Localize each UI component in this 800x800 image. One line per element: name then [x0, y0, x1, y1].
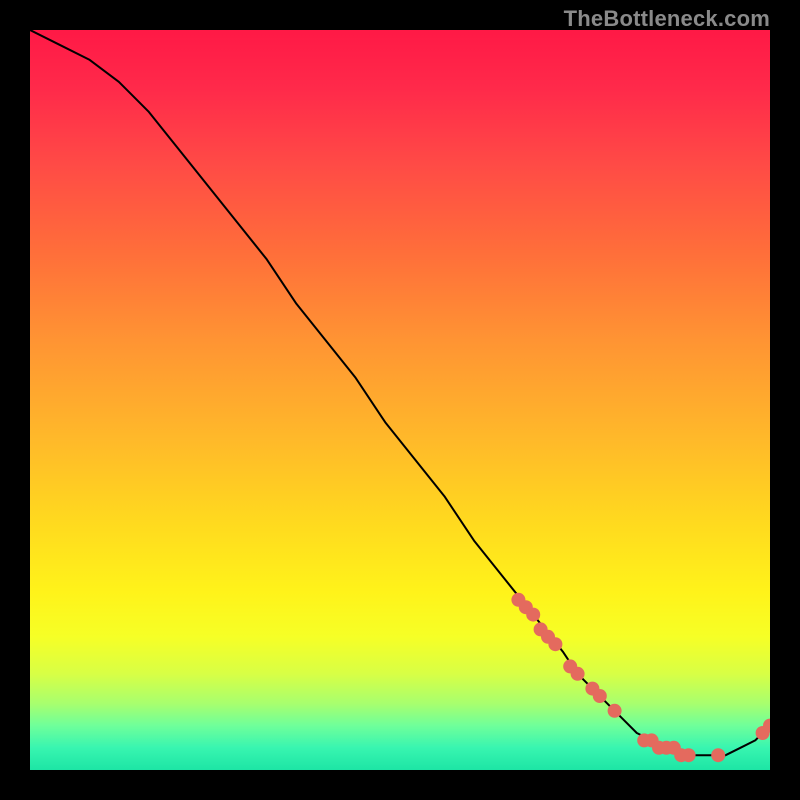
plot-area	[30, 30, 770, 770]
bottleneck-curve-line	[30, 30, 770, 755]
highlighted-points-group	[511, 593, 770, 762]
marker-point	[571, 667, 585, 681]
marker-point	[711, 748, 725, 762]
marker-point	[608, 704, 622, 718]
watermark-text: TheBottleneck.com	[564, 6, 770, 32]
marker-point	[593, 689, 607, 703]
chart-stage: TheBottleneck.com	[0, 0, 800, 800]
chart-overlay	[30, 30, 770, 770]
marker-point	[682, 748, 696, 762]
marker-point	[526, 608, 540, 622]
marker-point	[548, 637, 562, 651]
